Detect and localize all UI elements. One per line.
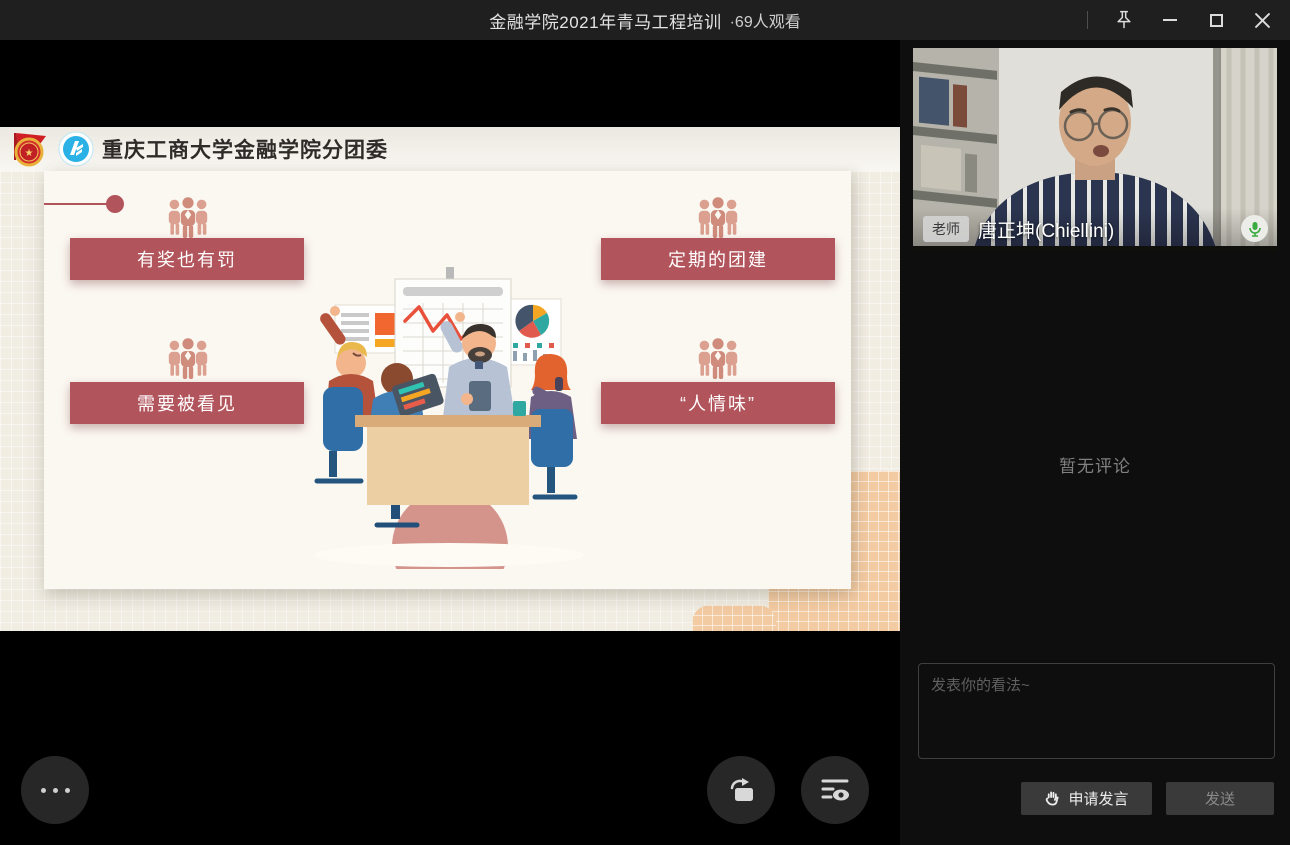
rotate-screen-icon [725,775,757,805]
window-title: 金融学院2021年青马工程培训 [489,8,721,33]
maximize-icon[interactable] [1196,0,1236,40]
send-button[interactable]: 发送 [1166,782,1274,815]
slide-org-title: 重庆工商大学金融学院分团委 [102,134,388,164]
group-icon [694,338,742,380]
screen-share-stage: ★ 重庆工商大学金融学院分团委 [0,40,900,845]
title-bar: 金融学院2021年青马工程培训 ·69人观看 [0,0,1290,40]
svg-text:★: ★ [25,148,34,159]
comment-list-eye-icon [820,776,850,804]
slide-label-reward: 有奖也有罚 [70,238,304,280]
pin-icon[interactable] [1104,0,1144,40]
divider [1087,11,1088,29]
raised-hand-icon [1044,790,1061,807]
group-icon [694,197,742,239]
send-label: 发送 [1205,791,1235,808]
ellipsis-icon [41,788,70,793]
viewer-count: ·69人观看 [730,8,801,32]
decor-dot [106,195,124,213]
teacher-video-tile[interactable]: 老师 唐正坤(Chiellini) [913,48,1277,252]
meeting-illustration [299,259,599,569]
slide-label-teambuilding: 定期的团建 [601,238,835,280]
slide-content-panel: 有奖也有罚 定期的团建 需要被看见 “人情味” [44,171,851,589]
small-pattern-blob [692,605,776,631]
group-icon [164,338,212,380]
slide-label-seen: 需要被看见 [70,382,304,424]
speaker-name: 唐正坤(Chiellini) [978,216,1114,243]
request-speak-button[interactable]: 申请发言 [1021,782,1152,815]
empty-comments-text: 暂无评论 [900,452,1290,477]
more-options-button[interactable] [21,756,89,824]
youth-league-emblem: ★ [10,130,48,168]
window-controls [1087,0,1282,40]
college-logo [58,131,94,167]
microphone-on-icon [1241,215,1268,242]
comment-visibility-button[interactable] [801,756,869,824]
live-sidebar: 老师 唐正坤(Chiellini) 暂无评论 申请发言 发送 [900,40,1290,845]
group-icon [164,197,212,239]
minimize-icon[interactable] [1150,0,1190,40]
presentation-slide: ★ 重庆工商大学金融学院分团委 [0,127,900,631]
request-speak-label: 申请发言 [1068,788,1128,809]
comment-input[interactable] [918,663,1275,759]
close-icon[interactable] [1242,0,1282,40]
rotate-screen-button[interactable] [707,756,775,824]
slide-header: ★ 重庆工商大学金融学院分团委 [0,127,900,171]
role-badge: 老师 [923,216,969,242]
slide-label-warmth: “人情味” [601,382,835,424]
decor-line [44,203,108,205]
comment-actions: 申请发言 发送 [900,782,1290,814]
speaker-label: 老师 唐正坤(Chiellini) [913,212,1277,246]
